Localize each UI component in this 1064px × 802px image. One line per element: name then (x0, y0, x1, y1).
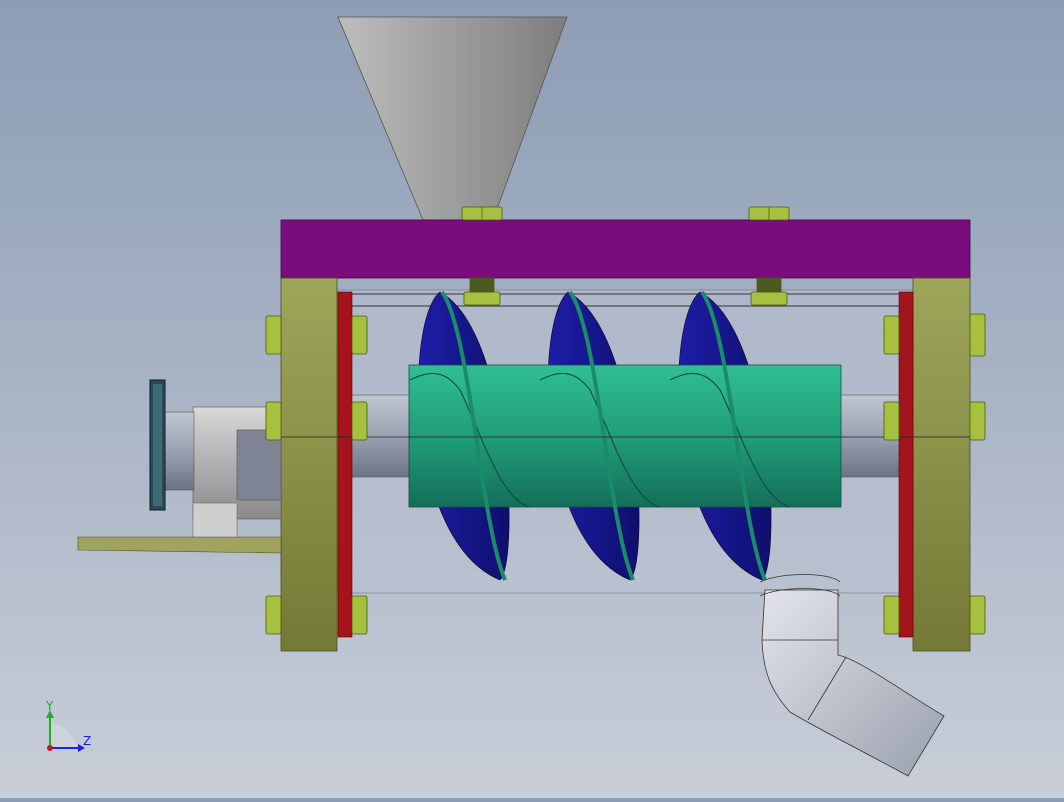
pulley-rim (153, 384, 162, 506)
z-axis-label: Z (83, 734, 92, 748)
top-beam[interactable] (280, 219, 971, 279)
triad-origin (47, 745, 53, 751)
right-end-plate[interactable] (912, 277, 971, 652)
hopper[interactable] (337, 16, 568, 221)
screw-conveyor-model[interactable] (0, 0, 1064, 798)
cad-viewport[interactable]: Y Z (0, 0, 1064, 798)
y-axis-label: Y (46, 699, 54, 713)
drive-motor[interactable] (163, 406, 282, 538)
right-flange[interactable] (898, 291, 914, 638)
left-flange[interactable] (337, 291, 353, 638)
motor-bracket[interactable] (77, 536, 282, 554)
screw-core[interactable] (408, 364, 842, 508)
left-end-plate[interactable] (280, 277, 338, 652)
axis-triad (46, 710, 85, 752)
